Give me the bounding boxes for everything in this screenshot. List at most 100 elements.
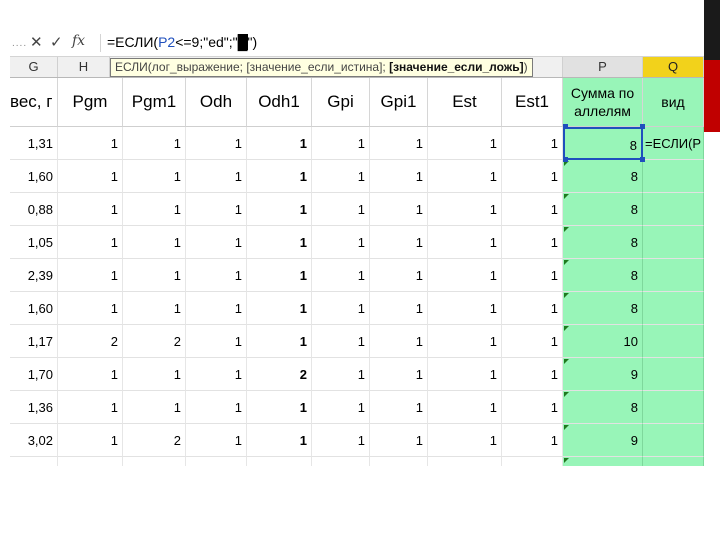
cell-pgm[interactable]: 1	[58, 193, 123, 226]
cell-odh[interactable]: 1	[186, 160, 247, 193]
column-header-g[interactable]: G	[10, 57, 58, 77]
cell-odh1[interactable]: 1	[247, 424, 312, 457]
cell-allele-sum[interactable]: 8	[563, 127, 643, 160]
cell-odh[interactable]: 1	[186, 325, 247, 358]
formula-input[interactable]: =ЕСЛИ(P2<=9;"ed";"█")	[107, 34, 257, 50]
cell-est1[interactable]: 1	[502, 160, 563, 193]
cell-pgm[interactable]: 1	[58, 226, 123, 259]
cell-species[interactable]	[643, 325, 704, 358]
cell-est[interactable]: 1	[428, 160, 502, 193]
cell-pgm1[interactable]: 1	[123, 226, 186, 259]
cell-weight[interactable]: 1,36	[10, 391, 58, 424]
header-odh1[interactable]: Odh1	[247, 78, 312, 127]
cell-pgm[interactable]: 1	[58, 127, 123, 160]
cell-pgm[interactable]: 1	[58, 457, 123, 466]
cell-weight[interactable]: 2,88	[10, 457, 58, 466]
cell-est[interactable]: 1	[428, 391, 502, 424]
cell-gpi1[interactable]: 1	[370, 226, 428, 259]
cell-gpi1[interactable]: 1	[370, 259, 428, 292]
cell-pgm[interactable]: 1	[58, 259, 123, 292]
cell-odh1[interactable]: 1	[247, 259, 312, 292]
cell-odh1[interactable]: 1	[247, 292, 312, 325]
header-allele-sum[interactable]: Сумма по аллелям	[563, 78, 643, 127]
column-header-h[interactable]: H	[58, 57, 110, 77]
cell-allele-sum[interactable]: 8	[563, 259, 643, 292]
cell-weight[interactable]: 1,05	[10, 226, 58, 259]
cell-gpi1[interactable]: 1	[370, 424, 428, 457]
header-pgm1[interactable]: Pgm1	[123, 78, 186, 127]
cell-pgm[interactable]: 1	[58, 424, 123, 457]
cell-est[interactable]: 1	[428, 325, 502, 358]
cell-est1[interactable]: 1	[502, 193, 563, 226]
cell-pgm1[interactable]: 1	[123, 391, 186, 424]
cell-gpi[interactable]: 1	[312, 424, 370, 457]
cell-gpi1[interactable]: 1	[370, 391, 428, 424]
cell-allele-sum[interactable]: 9	[563, 424, 643, 457]
cell-weight[interactable]: 1,60	[10, 160, 58, 193]
cell-pgm1[interactable]: 1	[123, 259, 186, 292]
cell-species[interactable]	[643, 457, 704, 466]
cell-est[interactable]: 1	[428, 457, 502, 466]
cell-odh1[interactable]: 1	[247, 391, 312, 424]
header-species[interactable]: вид	[643, 78, 704, 127]
cell-species[interactable]	[643, 226, 704, 259]
cell-odh[interactable]: 1	[186, 193, 247, 226]
selection-handle[interactable]	[640, 157, 645, 162]
cell-est[interactable]: 1	[428, 358, 502, 391]
cell-odh1[interactable]: 1	[247, 160, 312, 193]
cell-gpi[interactable]: 1	[312, 292, 370, 325]
cell-gpi1[interactable]: 1	[370, 292, 428, 325]
cell-allele-sum[interactable]: 8	[563, 193, 643, 226]
cell-species[interactable]	[643, 160, 704, 193]
cell-odh1[interactable]: 2	[247, 358, 312, 391]
cell-pgm[interactable]: 1	[58, 358, 123, 391]
cell-gpi[interactable]: 1	[312, 160, 370, 193]
cell-pgm1[interactable]: 2	[123, 424, 186, 457]
cell-odh[interactable]: 1	[186, 358, 247, 391]
header-pgm[interactable]: Pgm	[58, 78, 123, 127]
cell-pgm[interactable]: 1	[58, 160, 123, 193]
cell-allele-sum[interactable]: 8	[563, 292, 643, 325]
cell-est[interactable]: 1	[428, 259, 502, 292]
cell-pgm1[interactable]: 1	[123, 292, 186, 325]
header-est1[interactable]: Est1	[502, 78, 563, 127]
cell-pgm1[interactable]: 1	[123, 358, 186, 391]
cell-gpi1[interactable]: 1	[370, 457, 428, 466]
selection-handle[interactable]	[563, 124, 568, 129]
cell-gpi[interactable]: 1	[312, 391, 370, 424]
cell-pgm1[interactable]: 1	[123, 457, 186, 466]
cell-pgm[interactable]: 2	[58, 325, 123, 358]
cell-species[interactable]	[643, 424, 704, 457]
cell-pgm1[interactable]: 1	[123, 160, 186, 193]
cell-allele-sum[interactable]: 8	[563, 391, 643, 424]
cell-gpi[interactable]: 1	[312, 259, 370, 292]
cell-odh[interactable]: 1	[186, 226, 247, 259]
cell-species[interactable]	[643, 193, 704, 226]
cell-est1[interactable]: 1	[502, 292, 563, 325]
cell-gpi[interactable]: 1	[312, 358, 370, 391]
cell-odh1[interactable]: 1	[247, 457, 312, 466]
cell-odh1[interactable]: 1	[247, 127, 312, 160]
cell-species[interactable]	[643, 391, 704, 424]
cell-pgm1[interactable]: 1	[123, 193, 186, 226]
cell-weight[interactable]: 0,88	[10, 193, 58, 226]
cell-est[interactable]: 1	[428, 127, 502, 160]
header-odh[interactable]: Odh	[186, 78, 247, 127]
header-est[interactable]: Est	[428, 78, 502, 127]
cell-gpi1[interactable]: 1	[370, 325, 428, 358]
cell-allele-sum[interactable]: 10	[563, 325, 643, 358]
cell-weight[interactable]: 1,60	[10, 292, 58, 325]
cell-est[interactable]: 1	[428, 226, 502, 259]
cell-species[interactable]	[643, 292, 704, 325]
cell-est[interactable]: 1	[428, 424, 502, 457]
cell-allele-sum[interactable]: 9	[563, 358, 643, 391]
header-weight[interactable]: вес, г	[10, 78, 58, 127]
cell-pgm1[interactable]: 1	[123, 127, 186, 160]
cancel-icon[interactable]: ✕	[30, 33, 43, 51]
cell-odh[interactable]: 1	[186, 259, 247, 292]
cell-odh[interactable]: 1	[186, 391, 247, 424]
cell-est[interactable]: 1	[428, 292, 502, 325]
cell-gpi[interactable]: 1	[312, 325, 370, 358]
cell-est1[interactable]: 1	[502, 259, 563, 292]
cell-odh[interactable]: 1	[186, 424, 247, 457]
